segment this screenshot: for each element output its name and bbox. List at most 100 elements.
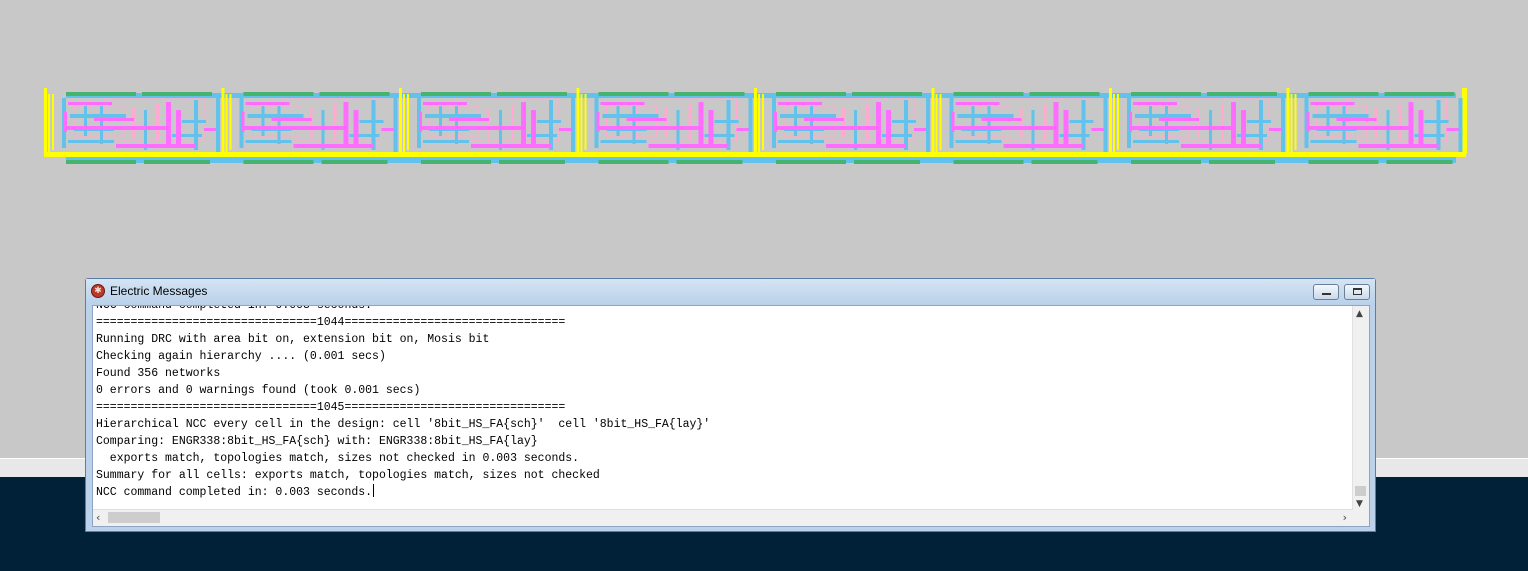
poly-gate xyxy=(487,108,490,138)
message-line: Comparing: ENGR338:8bit_HS_FA{sch} with:… xyxy=(96,435,538,448)
metal1-wire xyxy=(748,98,753,152)
select-bar xyxy=(1294,94,1297,150)
diffusion-strip xyxy=(66,92,136,96)
metal2-wire xyxy=(343,102,349,146)
select-bar xyxy=(580,94,583,154)
message-line: Summary for all cells: exports match, to… xyxy=(96,469,600,482)
metal1-wire xyxy=(904,100,908,150)
metal2-wire xyxy=(1231,102,1236,146)
poly-gate xyxy=(688,104,692,140)
metal2-wire xyxy=(531,110,536,144)
message-line: exports match, topologies match, sizes n… xyxy=(96,452,580,465)
diffusion-strip xyxy=(1308,92,1379,96)
message-line: NCC command completed in: 0.003 seconds. xyxy=(96,486,373,499)
scroll-left-icon[interactable]: ‹ xyxy=(96,511,100,524)
vertical-scrollbar[interactable]: ▲ ▼ xyxy=(1352,306,1369,512)
metal1-wire xyxy=(439,106,442,136)
diffusion-strip xyxy=(598,92,669,96)
metal2-wire xyxy=(826,144,906,148)
poly-gate xyxy=(309,108,313,138)
metal1-wire xyxy=(70,114,126,118)
messages-window[interactable]: ✱ Electric Messages NCC command complete… xyxy=(85,278,1376,532)
horizontal-scroll-thumb[interactable] xyxy=(108,512,160,523)
metal2-wire xyxy=(648,144,729,148)
scroll-down-icon[interactable]: ▼ xyxy=(1356,499,1363,509)
metal1-wire xyxy=(371,100,376,150)
metal2-wire xyxy=(1306,112,1310,132)
messages-titlebar[interactable]: ✱ Electric Messages xyxy=(86,279,1375,305)
metal2-wire xyxy=(1129,112,1132,132)
diffusion-strip xyxy=(319,92,390,96)
layout-drawing[interactable] xyxy=(0,0,1528,200)
poly-gate xyxy=(1374,108,1378,138)
maximize-button[interactable] xyxy=(1344,284,1370,300)
metal2-wire xyxy=(176,110,181,144)
metal1-wire xyxy=(602,114,659,118)
metal1-wire xyxy=(359,120,384,123)
diffusion-strip xyxy=(1131,160,1201,164)
message-line: Checking again hierarchy .... (0.001 sec… xyxy=(96,350,386,363)
metal2-wire xyxy=(600,102,645,105)
metal2-wire xyxy=(1003,144,1084,148)
select-bar xyxy=(399,88,402,156)
metal1-wire xyxy=(537,120,561,123)
diffusion-strip xyxy=(1207,92,1277,96)
poly-gate xyxy=(1019,108,1023,138)
metal2-wire xyxy=(708,110,714,144)
select-bar xyxy=(1290,94,1293,154)
select-bar xyxy=(758,94,760,154)
diffusion-strip xyxy=(1209,160,1275,164)
metal2-wire xyxy=(953,126,1054,130)
metal2-wire xyxy=(1159,118,1199,121)
metal2-wire xyxy=(1336,118,1377,121)
metal1-wire xyxy=(1281,98,1285,152)
select-bar xyxy=(229,94,232,150)
metal2-wire xyxy=(94,118,134,121)
poly-gate xyxy=(866,104,869,140)
minimize-button[interactable] xyxy=(1313,284,1339,300)
diffusion-strip xyxy=(1386,160,1453,164)
poly-gate xyxy=(156,104,159,140)
metal2-wire xyxy=(1310,102,1355,105)
metal1-wire xyxy=(423,140,469,143)
select-bar xyxy=(931,88,935,156)
diffusion-strip xyxy=(1384,92,1455,96)
metal1-wire xyxy=(194,100,198,150)
metal1-wire xyxy=(955,140,1002,143)
scroll-up-icon[interactable]: ▲ xyxy=(1356,309,1363,319)
metal1-wire xyxy=(84,106,87,136)
metal1-wire xyxy=(780,114,836,118)
diffusion-strip xyxy=(243,92,314,96)
metal2-wire xyxy=(698,102,704,146)
minimize-icon xyxy=(1322,293,1331,295)
select-bar xyxy=(48,94,50,154)
metal2-wire xyxy=(559,128,571,131)
horizontal-scrollbar[interactable]: ‹ › xyxy=(93,509,1353,526)
metal2-wire xyxy=(204,128,216,131)
electric-app-icon[interactable]: ✱ xyxy=(91,284,105,298)
scroll-right-icon[interactable]: › xyxy=(1343,511,1347,524)
messages-text-area[interactable]: NCC command completed in: 0.003 seconds.… xyxy=(92,305,1370,527)
metal2-wire xyxy=(981,118,1022,121)
message-line: ================================1044====… xyxy=(96,316,566,329)
metal2-wire xyxy=(353,110,359,144)
metal2-wire xyxy=(876,102,881,146)
metal1-wire xyxy=(1342,106,1346,144)
metal1-wire xyxy=(100,106,103,144)
metal1-wire xyxy=(714,120,739,123)
diffusion-strip xyxy=(776,92,846,96)
text-caret xyxy=(373,484,375,497)
metal2-wire xyxy=(914,128,926,131)
metal1-wire xyxy=(216,98,220,152)
metal2-wire xyxy=(1063,110,1069,144)
poly-gate xyxy=(1197,108,1200,138)
vertical-scroll-thumb[interactable] xyxy=(1355,486,1366,496)
diffusion-strip xyxy=(1031,160,1098,164)
metal2-wire xyxy=(245,102,290,105)
poly-gate xyxy=(333,104,337,140)
metal1-wire xyxy=(261,106,265,136)
metal2-wire xyxy=(421,126,521,130)
messages-log[interactable]: NCC command completed in: 0.003 seconds.… xyxy=(96,306,710,501)
metal1-wire xyxy=(1326,106,1330,136)
metal2-wire xyxy=(1446,128,1459,131)
